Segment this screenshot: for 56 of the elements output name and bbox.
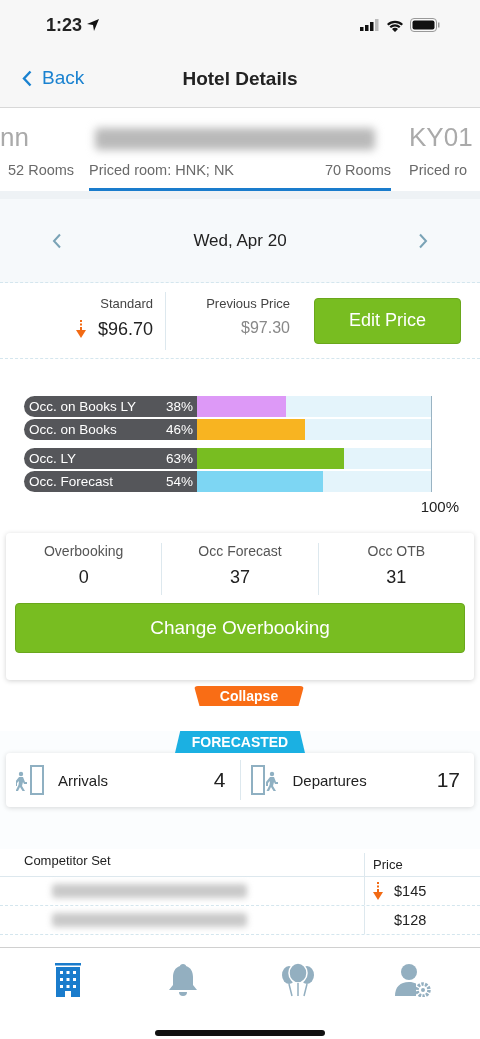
battery-icon <box>410 18 440 32</box>
location-arrow-icon <box>86 18 101 32</box>
current-price: $96.70 <box>97 318 153 340</box>
hotel-name: KY01 <box>409 122 473 152</box>
screen-title: Hotel Details <box>182 67 298 90</box>
back-button[interactable]: Back <box>22 67 85 89</box>
bell-icon <box>167 963 198 997</box>
building-icon <box>54 963 81 997</box>
occupancy-percent: 46% <box>165 422 193 437</box>
occupancy-name: Occ. LY <box>29 451 76 466</box>
user-gear-icon <box>394 963 431 997</box>
person-door-icon <box>250 765 281 795</box>
wifi-icon <box>386 18 404 32</box>
hotel-tab[interactable]: KY01 Priced ro <box>409 108 480 191</box>
price-label: Standard <box>99 295 153 311</box>
next-date-icon[interactable] <box>418 232 428 249</box>
competitor-price: $145 <box>394 883 427 899</box>
previous-price: $97.30 <box>241 318 290 337</box>
previous-date-icon[interactable] <box>52 232 62 249</box>
stat-value: 37 <box>228 567 251 588</box>
flow-label: Departures <box>292 771 368 789</box>
back-chevron-icon <box>22 69 32 87</box>
person-door-icon <box>16 765 46 795</box>
flow-label: Arrivals <box>58 771 109 789</box>
stat-label: Occ Forecast <box>197 543 283 559</box>
occupancy-name: Occ. Forecast <box>29 474 114 489</box>
hotel-name: nn <box>0 122 29 152</box>
price-label: Previous Price <box>205 295 290 311</box>
priced-room-label: Priced ro <box>409 162 468 178</box>
room-count: 70 Rooms <box>324 162 391 178</box>
stat-value: 0 <box>77 567 90 588</box>
room-count: 52 Rooms <box>8 162 75 178</box>
selected-date: Wed, Apr 20 <box>193 230 287 251</box>
balloons-icon <box>280 963 315 997</box>
forecasted-tag: FORECASTED <box>175 731 305 753</box>
occupancy-percent: 54% <box>165 474 193 489</box>
column-header: Competitor Set <box>24 853 111 868</box>
priced-room-label: Priced room: HNK; NK <box>89 162 235 178</box>
clock-time: 1:23 <box>46 14 83 36</box>
stat-value: 31 <box>385 567 408 588</box>
collapse-button[interactable]: Collapse <box>194 686 304 706</box>
column-header: Price <box>373 857 403 872</box>
scale-max-label: 100% <box>420 498 459 515</box>
edit-price-button[interactable]: Edit Price <box>314 297 461 344</box>
hotel-tab[interactable]: Priced room: HNK; NK 70 Rooms <box>89 108 391 191</box>
flow-count: 4 <box>213 768 226 792</box>
occupancy-name: Occ. on Books <box>29 422 117 437</box>
occupancy-name: Occ. on Books LY <box>29 399 137 414</box>
stat-label: Occ OTB <box>366 543 427 559</box>
occupancy-percent: 63% <box>165 451 193 466</box>
flow-count: 17 <box>436 768 460 792</box>
change-overbooking-button[interactable]: Change Overbooking <box>15 603 465 653</box>
occupancy-percent: 38% <box>165 399 193 414</box>
stat-label: Overbooking <box>42 543 125 559</box>
signal-icon <box>360 19 380 31</box>
competitor-price: $128 <box>394 912 427 928</box>
